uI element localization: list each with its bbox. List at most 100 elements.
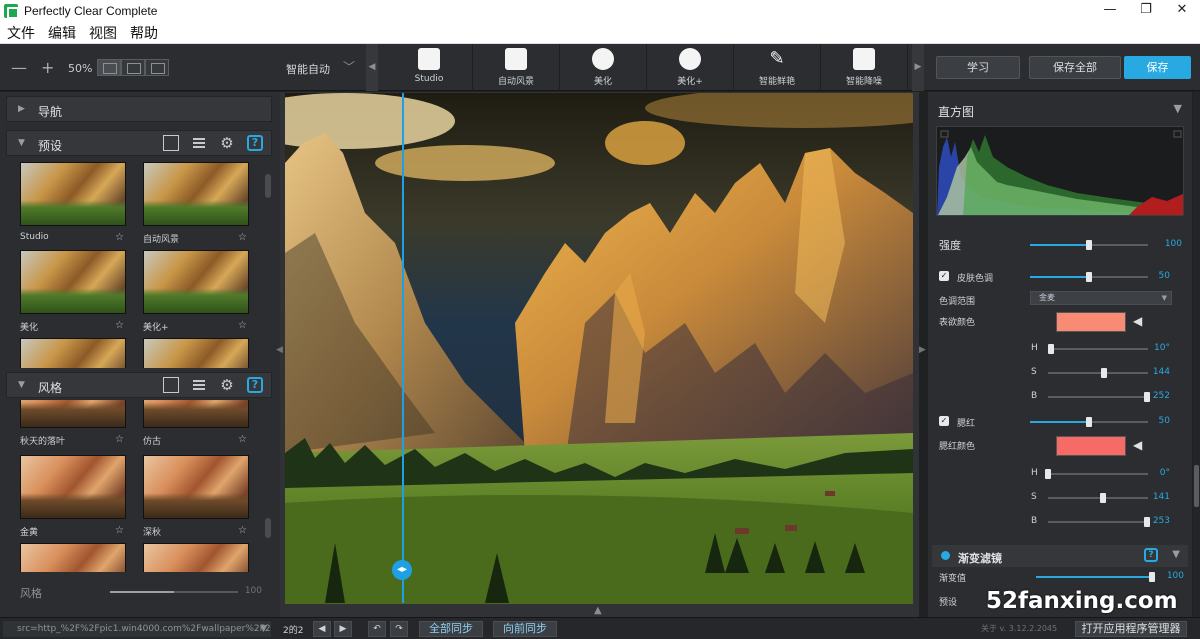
style-thumb-autumn-leaves[interactable]: 秋天的落叶 ☆ — [20, 400, 126, 447]
skin-tone-knob[interactable] — [1086, 272, 1092, 282]
gradient-filter-header[interactable]: 渐变滤镜 ? ▼ — [932, 545, 1188, 567]
preset-thumb-beautify-plus[interactable]: 美化+ ☆ — [143, 250, 249, 333]
strength-knob[interactable] — [1086, 240, 1092, 250]
hue1-knob[interactable] — [1048, 344, 1054, 354]
strength-slider[interactable] — [1030, 240, 1148, 250]
enabled-indicator-icon[interactable] — [941, 551, 950, 560]
blush-knob[interactable] — [1086, 417, 1092, 427]
hue2-knob[interactable] — [1045, 469, 1051, 479]
auto-preset-select[interactable]: 智能自动 — [286, 61, 330, 77]
preset-thumb-auto-landscape[interactable]: 自动风景 ☆ — [143, 162, 249, 245]
brightness2-slider[interactable] — [1048, 517, 1150, 527]
help-icon[interactable]: ? — [247, 135, 263, 151]
zoom-out-button[interactable]: — — [11, 58, 27, 77]
style-strength-slider[interactable] — [110, 591, 238, 593]
styles-section-header[interactable]: ▼ 风格 ⚙ ? — [6, 372, 272, 398]
collapse-arrow-icon[interactable]: ▼ — [1172, 549, 1180, 560]
save-button[interactable]: 保存 — [1124, 56, 1191, 79]
gear-icon[interactable]: ⚙ — [219, 135, 235, 151]
saturation2-slider[interactable] — [1048, 493, 1148, 503]
star-icon[interactable]: ☆ — [238, 232, 247, 243]
split-view-button[interactable] — [121, 59, 145, 76]
preset-thumb-partial[interactable] — [20, 338, 126, 368]
navigation-section-header[interactable]: ▶ 导航 — [6, 96, 272, 122]
learn-button[interactable]: 学习 — [936, 56, 1020, 79]
photo-preview[interactable] — [285, 93, 913, 604]
list-view-icon[interactable] — [191, 377, 207, 393]
side-by-side-view-button[interactable] — [145, 59, 169, 76]
presets-scroll-right-button[interactable]: ▶ — [912, 44, 924, 91]
star-icon[interactable]: ☆ — [238, 434, 247, 445]
menu-help[interactable]: 帮助 — [130, 23, 158, 43]
maximize-button[interactable]: ❐ — [1128, 0, 1164, 22]
eyedropper-arrow-icon[interactable]: ◀ — [1133, 438, 1142, 452]
undo-icon[interactable]: ↶ — [368, 621, 386, 637]
style-thumb-partial[interactable] — [143, 543, 249, 572]
list-view-icon[interactable] — [191, 135, 207, 151]
preset-auto-landscape[interactable]: 自动风景 — [473, 44, 560, 91]
blush-color-swatch[interactable] — [1056, 436, 1126, 456]
presets-scrollbar[interactable] — [265, 174, 271, 198]
preset-thumb-partial[interactable] — [143, 338, 249, 368]
style-thumb-late-autumn[interactable]: 深秋 ☆ — [143, 455, 249, 538]
image-canvas[interactable] — [280, 92, 919, 617]
hue1-slider[interactable] — [1048, 344, 1148, 354]
preset-smart-denoise[interactable]: 智能降噪 — [821, 44, 908, 91]
file-path-select[interactable]: src=http_%2F%2Fpic1.win4000.com%2Fwallpa… — [3, 621, 271, 637]
star-icon[interactable]: ☆ — [115, 320, 124, 331]
compare-handle-icon[interactable]: ◂▸ — [392, 560, 412, 580]
previous-image-button[interactable]: ◀ — [313, 621, 331, 637]
close-button[interactable]: ✕ — [1164, 0, 1200, 22]
star-icon[interactable]: ☆ — [238, 525, 247, 536]
star-icon[interactable]: ☆ — [115, 232, 124, 243]
single-view-button[interactable] — [97, 59, 121, 76]
blush-slider[interactable] — [1030, 417, 1148, 427]
chevron-down-icon[interactable]: ﹀ — [343, 58, 355, 75]
gradient-param-slider[interactable] — [1036, 572, 1155, 582]
sync-all-button[interactable]: 全部同步 — [419, 621, 483, 637]
preset-studio[interactable]: Studio — [386, 44, 473, 91]
preset-beautify[interactable]: 美化 — [560, 44, 647, 91]
save-all-button[interactable]: 保存全部 — [1029, 56, 1121, 79]
help-icon[interactable]: ? — [1144, 548, 1158, 562]
star-icon[interactable]: ☆ — [115, 434, 124, 445]
target-color-swatch[interactable] — [1056, 312, 1126, 332]
presets-scroll-left-button[interactable]: ◀ — [366, 44, 378, 91]
histogram-header[interactable]: 直方图 ▼ — [932, 98, 1188, 120]
tone-range-select[interactable]: 金麦 ▼ — [1030, 291, 1172, 305]
redo-icon[interactable]: ↷ — [390, 621, 408, 637]
preset-smart-vivid[interactable]: ✎ 智能鲜艳 — [734, 44, 821, 91]
menu-edit[interactable]: 编辑 — [48, 23, 76, 43]
star-icon[interactable]: ☆ — [238, 320, 247, 331]
blush-checkbox[interactable]: ✓ — [939, 416, 949, 426]
preset-thumb-beautify[interactable]: 美化 ☆ — [20, 250, 126, 333]
hue2-slider[interactable] — [1045, 469, 1148, 479]
right-panel-scrollbar[interactable] — [1193, 92, 1200, 617]
zoom-in-button[interactable]: + — [41, 58, 54, 77]
presets-section-header[interactable]: ▼ 预设 ⚙ ? — [6, 130, 272, 156]
minimize-button[interactable]: — — [1092, 0, 1128, 22]
gradient-param-knob[interactable] — [1149, 572, 1155, 582]
sync-forward-button[interactable]: 向前同步 — [493, 621, 557, 637]
gear-icon[interactable]: ⚙ — [219, 377, 235, 393]
menu-view[interactable]: 视图 — [89, 23, 117, 43]
styles-scrollbar[interactable] — [265, 518, 271, 538]
help-icon[interactable]: ? — [247, 377, 263, 393]
grid-view-icon[interactable] — [163, 377, 179, 393]
skin-tone-checkbox[interactable]: ✓ — [939, 271, 949, 281]
open-app-manager-button[interactable]: 打开应用程序管理器 — [1075, 621, 1187, 637]
style-thumb-golden[interactable]: 金黄 ☆ — [20, 455, 126, 538]
saturation2-knob[interactable] — [1100, 493, 1106, 503]
style-thumb-partial[interactable] — [20, 543, 126, 572]
brightness1-slider[interactable] — [1048, 392, 1150, 402]
eyedropper-arrow-icon[interactable]: ◀ — [1133, 314, 1142, 328]
preset-thumb-studio[interactable]: Studio ☆ — [20, 162, 126, 244]
menu-file[interactable]: 文件 — [7, 23, 35, 43]
skin-tone-slider[interactable] — [1030, 272, 1148, 282]
star-icon[interactable]: ☆ — [115, 525, 124, 536]
collapse-left-panel-icon[interactable]: ◀ — [276, 345, 283, 355]
expand-filmstrip-icon[interactable]: ▲ — [594, 605, 602, 616]
grid-view-icon[interactable] — [163, 135, 179, 151]
saturation1-slider[interactable] — [1048, 368, 1148, 378]
collapse-right-panel-icon[interactable]: ▶ — [919, 345, 926, 355]
